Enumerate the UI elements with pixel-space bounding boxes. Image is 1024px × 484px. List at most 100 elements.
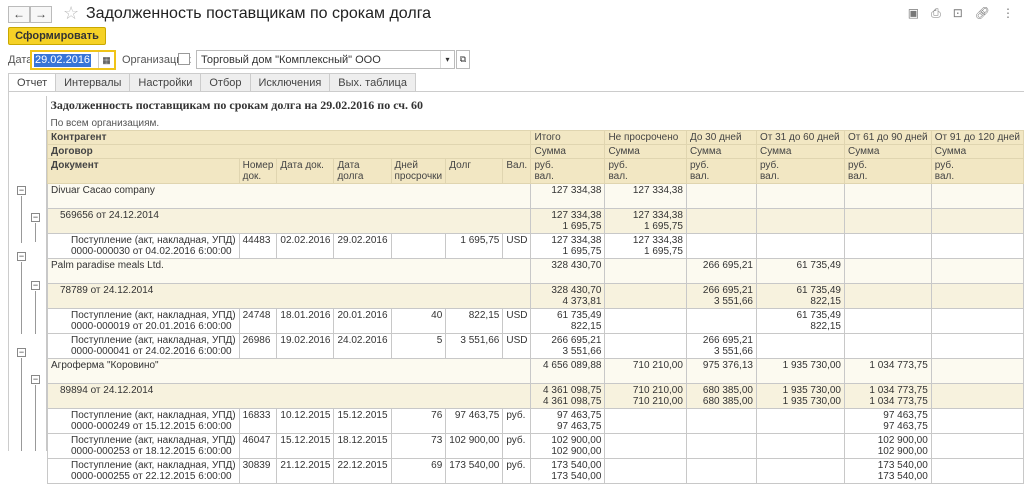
amount-cell xyxy=(685,208,757,234)
document-line[interactable]: 0000-000030 от 04.02.2016 6:00:00 xyxy=(71,246,236,257)
collapse-icon[interactable]: − xyxy=(17,186,26,195)
document-line[interactable]: Поступление (акт, накладная, УПД) xyxy=(71,235,236,246)
amount-currency xyxy=(848,221,928,232)
amount-currency xyxy=(848,321,928,332)
collapse-icon[interactable]: − xyxy=(17,252,26,261)
collapse-icon[interactable]: − xyxy=(17,348,26,357)
more-icon[interactable]: ⋮ xyxy=(1002,6,1014,21)
amount-rub xyxy=(690,310,753,321)
tab-4[interactable]: Исключения xyxy=(250,73,331,92)
amount-rub: 1 034 773,75 xyxy=(869,360,928,371)
generate-button[interactable]: Сформировать xyxy=(8,27,106,45)
open-icon[interactable]: ⧉ xyxy=(456,50,470,69)
amount-cell: 710 210,00 710 210,00 xyxy=(604,383,687,409)
collapse-icon[interactable]: − xyxy=(31,213,40,222)
tab-2[interactable]: Настройки xyxy=(130,73,202,92)
header-sum: Сумма xyxy=(604,144,687,159)
amount-currency xyxy=(534,371,601,382)
amount-rub xyxy=(848,310,928,321)
amount-cell xyxy=(604,333,687,359)
counterparty-name[interactable]: Palm paradise meals Ltd. xyxy=(46,258,532,284)
amount-cell xyxy=(930,183,1024,209)
forward-button[interactable]: → xyxy=(30,6,52,23)
date-field[interactable]: 29.02.2016 ▦ xyxy=(30,50,116,70)
tab-1[interactable]: Интервалы xyxy=(56,73,131,92)
overdue-days: 76 xyxy=(390,408,447,434)
document-line[interactable]: Поступление (акт, накладная, УПД) xyxy=(71,335,236,346)
document-line[interactable]: Поступление (акт, накладная, УПД) xyxy=(71,435,236,446)
amount-cell xyxy=(604,433,687,459)
document-line[interactable]: 0000-000249 от 15.12.2015 6:00:00 xyxy=(71,421,236,432)
amount-cell xyxy=(930,458,1024,484)
amount-cell: 680 385,00 680 385,00 xyxy=(685,383,757,409)
date-value[interactable]: 29.02.2016 xyxy=(34,54,92,67)
amount-cell xyxy=(844,283,932,309)
amount-cell: 328 430,70 4 373,81 xyxy=(530,283,606,309)
document-line[interactable]: Поступление (акт, накладная, УПД) xyxy=(71,310,236,321)
amount-currency: 1 935 730,00 xyxy=(782,396,841,407)
amount-currency xyxy=(608,371,683,382)
document-line[interactable]: 0000-000019 от 20.01.2016 6:00:00 xyxy=(71,321,236,332)
counterparty-name[interactable]: Агроферма "Коровино" xyxy=(46,358,532,384)
link-icon[interactable]: 🔗︎ xyxy=(975,6,990,21)
amount-rub: 127 334,38 xyxy=(551,235,602,246)
amount-rub: 61 735,49 xyxy=(796,260,842,271)
tab-5[interactable]: Вых. таблица xyxy=(330,73,416,92)
amount-currency xyxy=(608,296,683,307)
preview-icon[interactable]: ⊡ xyxy=(953,6,963,21)
counterparty-row: Divuar Cacao company 127 334,38 127 334,38 xyxy=(46,183,1024,209)
organization-field[interactable]: Торговый дом "Комплексный" ООО ▾ xyxy=(196,50,455,69)
amount-cell xyxy=(844,233,932,259)
collapse-icon[interactable]: − xyxy=(31,281,40,290)
tab-0[interactable]: Отчет xyxy=(8,73,57,92)
save-icon[interactable]: ▣ xyxy=(908,6,919,21)
calendar-icon[interactable]: ▦ xyxy=(98,52,114,68)
currency: руб. xyxy=(502,433,532,459)
chevron-down-icon[interactable]: ▾ xyxy=(440,51,454,68)
counterparty-name[interactable]: Divuar Cacao company xyxy=(46,183,532,209)
unit-val: вал. xyxy=(934,171,955,182)
contract-name[interactable]: 569656 от 24.12.2014 xyxy=(46,208,532,234)
contract-name[interactable]: 78789 от 24.12.2014 xyxy=(46,283,532,309)
amount-currency: 97 463,75 xyxy=(883,421,928,432)
print-icon[interactable]: ⎙ xyxy=(931,6,941,21)
amount-rub xyxy=(690,210,753,221)
document-line[interactable]: 0000-000253 от 18.12.2015 6:00:00 xyxy=(71,446,236,457)
amount-currency xyxy=(608,421,683,432)
amount-currency xyxy=(935,446,1020,457)
tab-3[interactable]: Отбор xyxy=(201,73,251,92)
organization-checkbox[interactable] xyxy=(178,53,190,65)
amount-rub: 328 430,70 xyxy=(551,260,602,271)
contract-name[interactable]: 89894 от 24.12.2014 xyxy=(46,383,532,409)
due-date: 22.12.2015 xyxy=(333,458,392,484)
document-line[interactable]: 0000-000255 от 22.12.2015 6:00:00 xyxy=(71,471,236,482)
document-line[interactable]: Поступление (акт, накладная, УПД) xyxy=(71,460,236,471)
tree-line xyxy=(35,223,36,242)
amount-rub xyxy=(935,460,1020,471)
amount-cell: 61 735,49 822,15 xyxy=(755,308,846,334)
collapse-icon[interactable]: − xyxy=(31,375,40,384)
document-line[interactable]: 0000-000041 от 24.02.2016 6:00:00 xyxy=(71,346,236,357)
amount-rub: 710 210,00 xyxy=(632,385,683,396)
amount-cell: 266 695,21 3 551,66 xyxy=(530,333,606,359)
unit-val: вал. xyxy=(759,171,780,182)
header-units: руб. вал. xyxy=(844,158,932,184)
amount-rub xyxy=(690,410,753,421)
document-row: Поступление (акт, накладная, УПД) 0000-00… xyxy=(47,308,1024,334)
favorite-star-icon[interactable]: ☆ xyxy=(63,3,79,24)
amount-rub: 4 656 089,88 xyxy=(543,360,602,371)
amount-currency: 173 540,00 xyxy=(877,471,928,482)
amount-cell xyxy=(755,408,846,434)
amount-currency xyxy=(848,196,928,207)
amount-currency xyxy=(935,371,1020,382)
amount-currency xyxy=(848,371,928,382)
amount-cell xyxy=(604,258,687,284)
amount-rub xyxy=(848,185,928,196)
amount-cell: 127 334,38 xyxy=(604,183,687,209)
doc-number: 44483 xyxy=(238,233,278,259)
back-button[interactable]: ← xyxy=(8,6,30,23)
amount-rub: 266 695,21 xyxy=(702,285,753,296)
document-line[interactable]: Поступление (акт, накладная, УПД) xyxy=(71,410,236,421)
amount-cell: 266 695,21 3 551,66 xyxy=(685,283,757,309)
currency: руб. xyxy=(502,408,532,434)
